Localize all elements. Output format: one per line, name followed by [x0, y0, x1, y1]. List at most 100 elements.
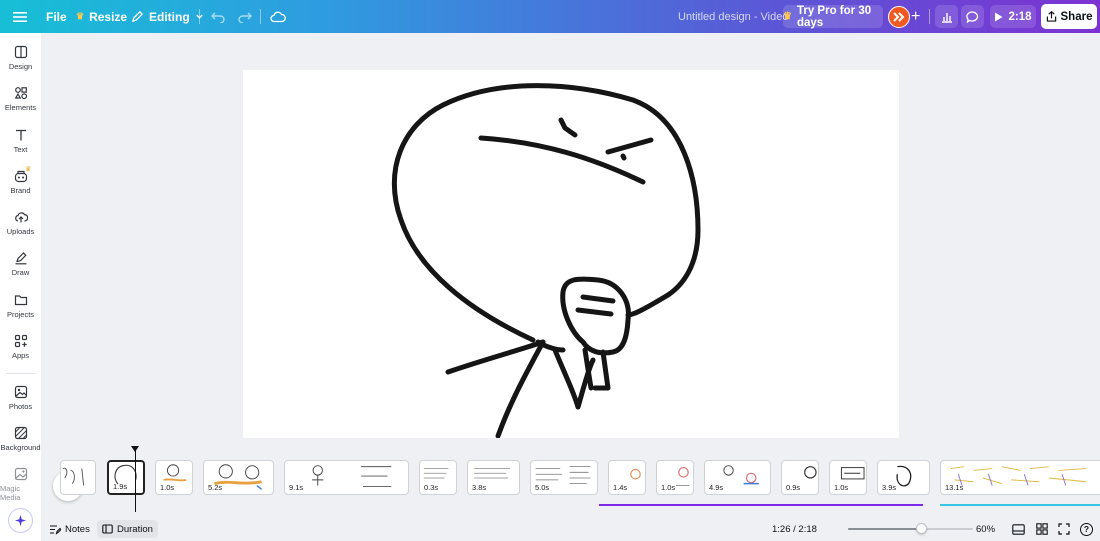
pencil-icon	[131, 10, 144, 23]
sidebar-item-label: Elements	[4, 103, 37, 112]
playhead-line[interactable]	[135, 448, 136, 512]
duration-label: Duration	[117, 523, 153, 535]
clip-thumbnail-doodle	[312, 465, 392, 487]
sidebar-item-text[interactable]: Text	[0, 128, 41, 154]
editing-mode-dropdown[interactable]: Editing	[131, 0, 204, 33]
sidebar-item-label: Background	[0, 443, 41, 452]
clip-duration: 9.1s	[289, 483, 304, 492]
sidebar-item-label: Draw	[11, 268, 30, 277]
help-icon: ?	[1080, 522, 1093, 536]
sidebar-item-draw[interactable]: Draw	[0, 251, 41, 277]
document-title[interactable]: Untitled design - Video	[678, 0, 788, 33]
toolbar-divider	[929, 9, 930, 24]
sidebar-item-label: Projects	[6, 310, 35, 319]
sidebar-item-uploads[interactable]: Uploads	[0, 210, 41, 236]
top-toolbar: File ♛ Resize Editing Untitled design - …	[0, 0, 1100, 33]
grid-view-icon	[1036, 523, 1048, 535]
share-upload-icon	[1046, 11, 1056, 22]
save-status-button[interactable]	[270, 0, 286, 33]
help-icon-glyph: ?	[1083, 524, 1090, 534]
undo-button[interactable]	[211, 0, 225, 33]
timeline-clip[interactable]: 1.0s	[155, 460, 193, 495]
sidebar-item-magic-media[interactable]: Magic Media	[0, 467, 41, 502]
zoom-level-text: 60%	[976, 523, 996, 535]
timeline-clip[interactable]: 5.0s	[530, 460, 598, 495]
sidebar-item-background[interactable]: Background	[0, 426, 41, 452]
insights-button[interactable]	[935, 5, 958, 28]
timeline-clip[interactable]: 0.3s	[419, 460, 457, 495]
timeline-clip[interactable]: 4.9s	[704, 460, 771, 495]
timeline-clip-selected[interactable]: 1.9s	[107, 460, 145, 495]
sidebar-item-label: Uploads	[6, 227, 35, 236]
present-play-button[interactable]: 2:18	[990, 5, 1036, 28]
comment-icon	[966, 10, 979, 23]
comments-button[interactable]	[961, 5, 984, 28]
add-collaborator-button[interactable]: +	[911, 0, 920, 33]
audio-track-bar[interactable]	[940, 504, 1100, 506]
timeline-clip[interactable]: 1.4s	[608, 460, 646, 495]
clip-duration: 1.0s	[834, 483, 849, 492]
document-title-text: Untitled design - Video	[678, 10, 789, 23]
toolbar-divider	[199, 9, 200, 24]
stick-figure-drawing	[391, 83, 701, 438]
notes-button[interactable]: Notes	[49, 517, 90, 541]
notes-icon	[50, 524, 61, 535]
toolbar-divider	[260, 9, 261, 24]
clip-duration: 3.8s	[472, 483, 487, 492]
clip-duration: 13.1s	[945, 483, 964, 492]
menu-button[interactable]	[13, 0, 27, 33]
pattern-icon	[14, 426, 27, 440]
audio-track-bar[interactable]	[599, 504, 923, 506]
sidebar-item-label: Design	[8, 62, 33, 71]
timeline-clip[interactable]: 5.2s	[203, 460, 274, 495]
duration-button[interactable]: Duration	[97, 520, 158, 538]
design-canvas[interactable]	[243, 70, 899, 438]
resize-label: Resize	[89, 9, 128, 24]
sidebar-item-brand[interactable]: ♛ Brand	[0, 166, 41, 195]
sidebar-item-elements[interactable]: Elements	[0, 86, 41, 112]
fullscreen-button[interactable]	[1058, 517, 1070, 541]
timeline-clip[interactable]: 3.8s	[467, 460, 520, 495]
sidebar-item-label: Brand	[10, 186, 31, 195]
zoom-slider[interactable]	[848, 517, 973, 541]
timeline-clip[interactable]: 13.1s	[940, 460, 1100, 495]
help-button[interactable]: ?	[1080, 517, 1093, 541]
extension-avatar[interactable]	[888, 0, 910, 33]
sidebar-item-design[interactable]: Design	[0, 45, 41, 71]
sidebar-item-label: Text	[13, 145, 28, 154]
hamburger-menu-icon	[13, 11, 27, 22]
resize-button[interactable]: ♛ Resize	[76, 0, 127, 33]
left-sidebar: Design Elements Text ♛ Brand Uploads Dra…	[0, 33, 41, 541]
zoom-level[interactable]: 60%	[976, 517, 995, 541]
file-menu-button[interactable]: File	[46, 0, 67, 33]
clip-duration: 3.9s	[882, 483, 897, 492]
redo-button[interactable]	[238, 0, 252, 33]
fast-forward-app-icon	[888, 5, 910, 28]
fullscreen-icon	[1058, 523, 1070, 535]
shapes-icon	[14, 87, 27, 100]
crown-badge-icon: ♛	[25, 166, 32, 173]
file-menu-label: File	[46, 9, 67, 24]
timeline-clip[interactable]: 3.9s	[877, 460, 930, 495]
share-button[interactable]: Share	[1041, 4, 1097, 29]
grid-view-button[interactable]	[1036, 517, 1048, 541]
page-view-button[interactable]	[1012, 517, 1025, 541]
timeline-clip[interactable]: 1.0s	[829, 460, 867, 495]
clip-duration: 4.9s	[709, 483, 724, 492]
try-pro-button[interactable]: ♛ Try Pro for 30 days	[783, 5, 883, 29]
timeline-clip[interactable]: 9.1s	[284, 460, 409, 495]
timeline-clip[interactable]: 1.0s	[656, 460, 694, 495]
zoom-slider-thumb[interactable]	[916, 523, 928, 534]
share-label: Share	[1060, 10, 1093, 23]
sidebar-item-projects[interactable]: Projects	[0, 293, 41, 319]
bar-chart-icon	[941, 12, 952, 23]
clip-duration: 5.2s	[208, 483, 223, 492]
sidebar-item-apps[interactable]: Apps	[0, 334, 41, 360]
magic-assistant-button[interactable]	[8, 508, 33, 533]
pen-icon	[15, 252, 27, 265]
timeline-clip[interactable]: 0.9s	[781, 460, 819, 495]
timeline-clip[interactable]	[60, 460, 96, 495]
zoom-slider-fill	[848, 528, 922, 530]
sidebar-divider	[6, 373, 35, 374]
sidebar-item-photos[interactable]: Photos	[0, 385, 41, 411]
